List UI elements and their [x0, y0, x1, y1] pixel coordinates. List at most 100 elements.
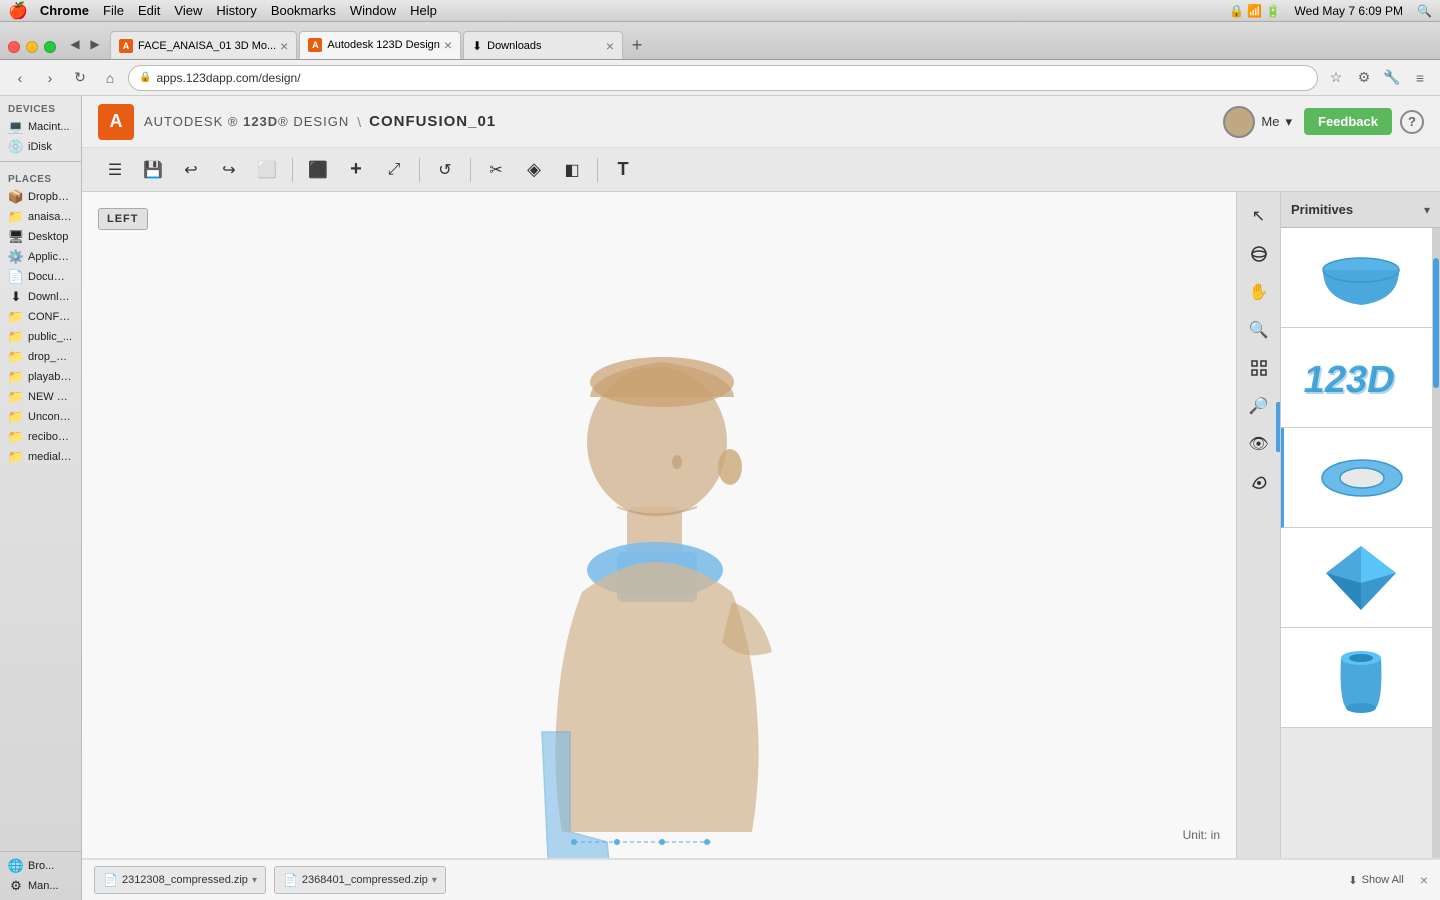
show-all-downloads-button[interactable]: ⬇ Show All: [1348, 874, 1403, 887]
sidebar-item-public[interactable]: 📁 public_...: [0, 327, 81, 347]
primitives-scrollbar[interactable]: [1432, 228, 1440, 858]
canvas-area[interactable]: LEFT: [82, 192, 1236, 858]
prim-item-3dtext[interactable]: 123D 123D: [1281, 328, 1440, 428]
menubar-bookmarks[interactable]: Bookmarks: [271, 3, 336, 18]
menubar-file[interactable]: File: [103, 3, 124, 18]
sidebar-item-desktop[interactable]: 🖥 Desktop: [0, 227, 81, 247]
material-right[interactable]: [1243, 466, 1275, 498]
maximize-button[interactable]: [44, 41, 56, 53]
sidebar-item-recibos[interactable]: 📁 recibos_...: [0, 427, 81, 447]
sidebar-item-mediala[interactable]: 📁 mediala...: [0, 447, 81, 467]
box-select-tool-button[interactable]: ⬛: [301, 153, 335, 187]
feedback-button[interactable]: Feedback: [1304, 108, 1392, 135]
fit-tool-right[interactable]: [1243, 352, 1275, 384]
primitives-chevron-icon[interactable]: ▾: [1424, 203, 1430, 217]
help-button[interactable]: ?: [1400, 110, 1424, 134]
orbit-tool-right[interactable]: [1243, 238, 1275, 270]
sidebar-item-dropbox[interactable]: 📦 Dropbo...: [0, 187, 81, 207]
extensions-button[interactable]: 🔧: [1380, 66, 1404, 90]
sidebar-manage-label: Man...: [28, 880, 59, 892]
zoom-tool-right[interactable]: 🔍: [1243, 314, 1275, 346]
prim-item-diamond[interactable]: [1281, 528, 1440, 628]
pan-tool-right[interactable]: ✋: [1243, 276, 1275, 308]
menubar-window[interactable]: Window: [350, 3, 396, 18]
menu-tool-button[interactable]: ☰: [98, 153, 132, 187]
dl1-arrow-icon[interactable]: ▾: [252, 875, 257, 886]
settings-button[interactable]: ⚙: [1352, 66, 1376, 90]
nav-arrows: ◀ ▶: [66, 35, 104, 53]
back-arrow[interactable]: ◀: [66, 35, 84, 53]
menubar-help[interactable]: Help: [410, 3, 437, 18]
forward-button[interactable]: ›: [38, 66, 62, 90]
cut-tool-button[interactable]: ✂: [479, 153, 513, 187]
user-menu[interactable]: Me ▾: [1223, 106, 1292, 138]
sidebar-item-documents[interactable]: 📄 Docume...: [0, 267, 81, 287]
select-tool-right[interactable]: ↖: [1243, 200, 1275, 232]
dl2-arrow-icon[interactable]: ▾: [432, 875, 437, 886]
chrome-menu-button[interactable]: ≡: [1408, 66, 1432, 90]
forward-arrow[interactable]: ▶: [86, 35, 104, 53]
prim-item-cup[interactable]: [1281, 628, 1440, 728]
tab3-close[interactable]: ×: [606, 38, 614, 54]
sidebar-item-applications[interactable]: ⚙️ Applica...: [0, 247, 81, 267]
sidebar-item-confus[interactable]: 📁 CONFUS...: [0, 307, 81, 327]
playable-icon: 📁: [8, 369, 24, 385]
save-tool-button[interactable]: 💾: [136, 153, 170, 187]
prim-item-tube[interactable]: [1281, 428, 1440, 528]
url-bar[interactable]: 🔒 apps.123dapp.com/design/: [128, 65, 1318, 91]
tool-separator-3: [470, 158, 471, 182]
look-at-right[interactable]: 👁: [1243, 428, 1275, 460]
dl2-name: 2368401_compressed.zip: [302, 874, 428, 886]
menubar-view[interactable]: View: [174, 3, 202, 18]
project-name: CONFUSION_01: [369, 113, 496, 130]
manage-icon: ⚙: [8, 878, 24, 894]
view-mode-tool-button[interactable]: ◧: [555, 153, 589, 187]
zoom-region-right[interactable]: 🔎: [1243, 390, 1275, 422]
transform-tool-button[interactable]: ◈: [517, 153, 551, 187]
sidebar-item-idisk[interactable]: 💿 iDisk: [0, 137, 81, 157]
menubar-edit[interactable]: Edit: [138, 3, 160, 18]
apple-menu[interactable]: 🍎: [8, 1, 28, 21]
text-tool-button[interactable]: T: [606, 153, 640, 187]
scale-tool-button[interactable]: ⤢: [377, 153, 411, 187]
new-tab-button[interactable]: +: [623, 31, 651, 59]
sync-tool-button[interactable]: ↺: [428, 153, 462, 187]
menubar-history[interactable]: History: [216, 3, 256, 18]
undo-tool-button[interactable]: ↩: [174, 153, 208, 187]
sidebar-item-manage[interactable]: ⚙ Man...: [0, 876, 81, 896]
download-item-2[interactable]: 📄 2368401_compressed.zip ▾: [274, 866, 446, 894]
minimize-button[interactable]: [26, 41, 38, 53]
menubar-chrome[interactable]: Chrome: [40, 3, 89, 18]
bookmark-star-button[interactable]: ☆: [1324, 66, 1348, 90]
sidebar-item-unconve[interactable]: 📁 Unconve...: [0, 407, 81, 427]
tab-face-anaisa[interactable]: A FACE_ANAISA_01 3D Mo... ×: [110, 31, 297, 59]
sidebar-item-anaisafr[interactable]: 📁 anaisafr...: [0, 207, 81, 227]
close-button[interactable]: [8, 41, 20, 53]
sidebar-item-newm[interactable]: 📁 NEW M...: [0, 387, 81, 407]
idisk-icon: 💿: [8, 139, 24, 155]
tab-autodesk-123d[interactable]: A Autodesk 123D Design ×: [299, 31, 461, 59]
chrome-window: ◀ ▶ A FACE_ANAISA_01 3D Mo... × A Autode…: [0, 22, 1440, 900]
clipboard-tool-button[interactable]: ⬜: [250, 153, 284, 187]
toolbar: ☰ 💾 ↩ ↪ ⬜ ⬛ + ⤢ ↺ ✂ ◈ ◧ T: [82, 148, 1440, 192]
sidebar-item-downloads[interactable]: ⬇ Downlo...: [0, 287, 81, 307]
right-tools-panel: ↖ ✋ 🔍 🔎 👁: [1236, 192, 1280, 858]
add-shape-tool-button[interactable]: +: [339, 153, 373, 187]
back-button[interactable]: ‹: [8, 66, 32, 90]
redo-tool-button[interactable]: ↪: [212, 153, 246, 187]
sidebar-item-drop[interactable]: 📁 drop_of...: [0, 347, 81, 367]
sidebar-item-playable[interactable]: 📁 playable...: [0, 367, 81, 387]
menubar-search[interactable]: 🔍: [1417, 4, 1432, 18]
home-button[interactable]: ⌂: [98, 66, 122, 90]
tab-downloads[interactable]: ⬇ Downloads ×: [463, 31, 623, 59]
download-bar-close-button[interactable]: ×: [1420, 872, 1428, 888]
sidebar-item-macintosh[interactable]: 💻 Macint...: [0, 117, 81, 137]
download-item-1[interactable]: 📄 2312308_compressed.zip ▾: [94, 866, 266, 894]
prim-item-bowl[interactable]: [1281, 228, 1440, 328]
tab1-close[interactable]: ×: [280, 38, 288, 54]
tab2-close[interactable]: ×: [444, 37, 452, 53]
reload-button[interactable]: ↻: [68, 66, 92, 90]
dl1-icon: 📄: [103, 873, 118, 887]
primitives-scrollbar-thumb[interactable]: [1433, 258, 1439, 388]
sidebar-item-browse[interactable]: 🌐 Bro...: [0, 856, 81, 876]
